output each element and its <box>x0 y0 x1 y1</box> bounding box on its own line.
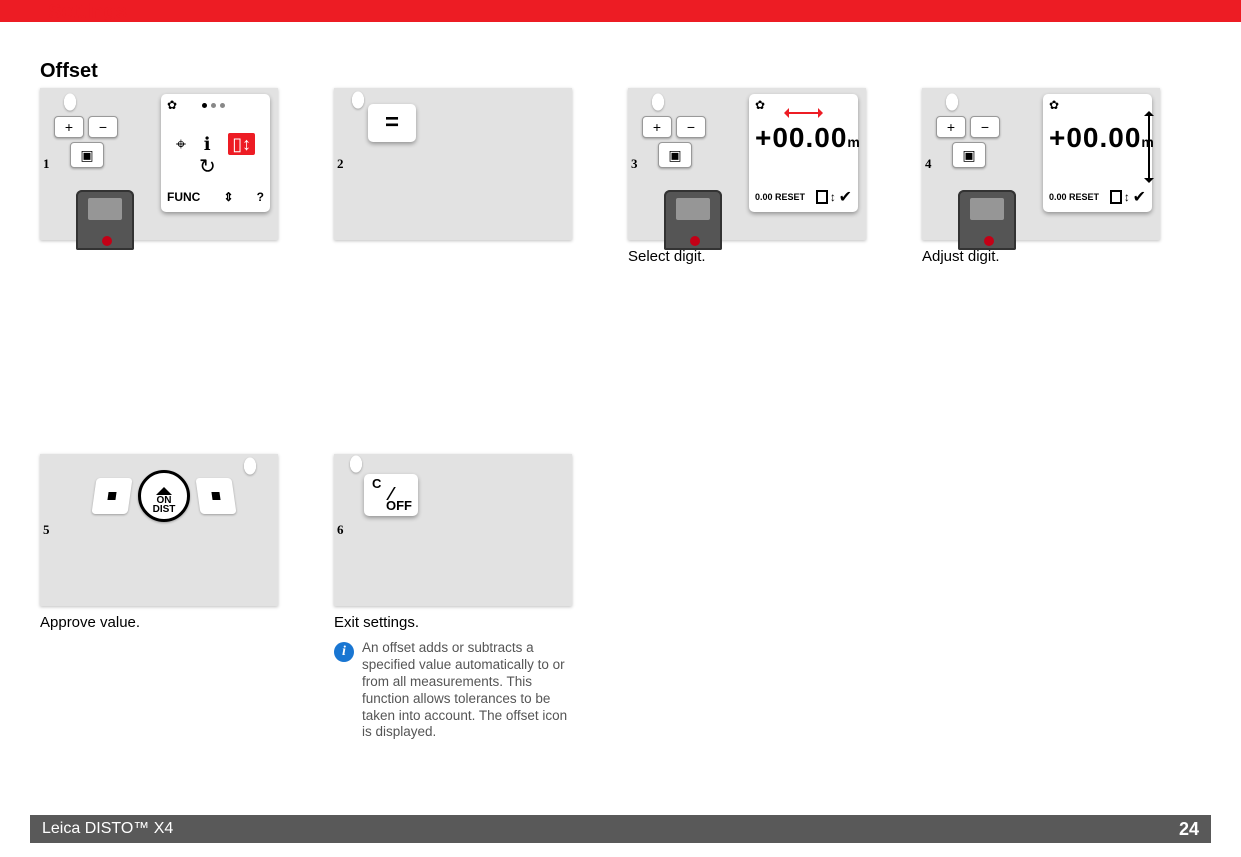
nav-key: ▣ <box>70 142 104 168</box>
step-6-number: 6 <box>337 522 344 538</box>
step-5-thumb: 5 ON DIST <box>40 454 278 606</box>
check-icon: ✔ <box>1133 187 1146 207</box>
step-3-screen-bubble: ✿ +00.00m 0.00 RESET ✔ <box>749 94 858 212</box>
device-body-icon <box>958 190 1016 250</box>
nav-dot-icon: ▣ <box>953 143 985 167</box>
device-body-icon <box>664 190 722 250</box>
screen-softkeys: 0.00 RESET ✔ <box>755 186 852 208</box>
off-label: OFF <box>386 500 412 512</box>
check-icon: ✔ <box>839 187 852 207</box>
reference-icon <box>816 190 828 204</box>
screen-softkeys: FUNC ⇕ ? <box>167 186 264 208</box>
step-3: 3 + − ▣ ✿ +00.00m 0.00 RESET ✔ Select di… <box>628 88 866 240</box>
step-2-thumb: 2 = <box>334 88 572 240</box>
step-2-number: 2 <box>337 156 344 172</box>
info-note: i An offset adds or subtracts a specifie… <box>334 640 579 741</box>
info-icon: i <box>334 642 354 662</box>
updown-icon: ⇕ <box>223 190 233 204</box>
step-1: 1 + − ▣ ✿ ⌖ ℹ︎ ▯↕ ↻ FUNC ⇕ <box>40 88 278 240</box>
step-6: 6 C ⁄ OFF Exit settings. i An offset add… <box>334 454 572 606</box>
step-1-screen-bubble: ✿ ⌖ ℹ︎ ▯↕ ↻ FUNC ⇕ ? <box>161 94 270 212</box>
offset-value: +00.00m <box>755 122 852 154</box>
step-3-thumb: 3 + − ▣ ✿ +00.00m 0.00 RESET ✔ <box>628 88 866 240</box>
left-side-key <box>91 478 132 514</box>
page-number: 24 <box>1179 819 1199 840</box>
minus-icon: − <box>971 117 999 137</box>
minus-icon: − <box>677 117 705 137</box>
product-name: Leica DISTO™ X4 <box>42 820 173 838</box>
plus-key: + <box>642 116 672 138</box>
screen-top-bar: ✿ <box>167 98 264 112</box>
gear-icon: ✿ <box>1049 98 1059 112</box>
step-4-screen-bubble: ✿ +00.00m 0.00 RESET ✔ <box>1043 94 1152 212</box>
help-label: ? <box>257 190 264 204</box>
nav-dot-icon: ▣ <box>71 143 103 167</box>
plus-key: + <box>54 116 84 138</box>
nav-key: ▣ <box>658 142 692 168</box>
dist-label: DIST <box>153 505 176 514</box>
hand-icon <box>232 456 268 492</box>
step-3-caption: Select digit. <box>628 248 706 265</box>
step-1-thumb: 1 + − ▣ ✿ ⌖ ℹ︎ ▯↕ ↻ FUNC ⇕ <box>40 88 278 240</box>
reset-label: 0.00 RESET <box>1049 193 1099 201</box>
calibrate-icon: ⌖ <box>176 135 186 153</box>
screen-top-bar: ✿ <box>755 98 852 112</box>
step-4-thumb: 4 + − ▣ ✿ +00.00m 0.00 RESET ✔ <box>922 88 1160 240</box>
plus-icon: + <box>937 117 965 137</box>
info-text: An offset adds or subtracts a specified … <box>362 640 579 741</box>
unit-label: m <box>847 134 860 150</box>
device-body-icon <box>76 190 134 250</box>
c-off-key: C ⁄ OFF <box>364 474 418 516</box>
page-title: Settings <box>48 1 127 24</box>
step-5: 5 ON DIST Approve value. <box>40 454 278 606</box>
step-5-number: 5 <box>43 522 50 538</box>
offset-value: +00.00m <box>1049 122 1146 154</box>
horizontal-arrow-icon <box>789 112 818 114</box>
step-6-key-bubble: C ⁄ OFF <box>364 474 418 516</box>
step-4-number: 4 <box>925 156 932 172</box>
offset-icon: ▯↕ <box>228 133 255 155</box>
info-icon: ℹ︎ <box>204 135 211 153</box>
plus-icon: + <box>643 117 671 137</box>
header-bar <box>0 0 1241 22</box>
step-4: 4 + − ▣ ✿ +00.00m 0.00 RESET ✔ Adjust di… <box>922 88 1160 240</box>
on-dist-button: ON DIST <box>138 470 190 522</box>
reset-icon: ↻ <box>199 154 216 179</box>
func-label: FUNC <box>167 190 200 204</box>
nav-key: ▣ <box>952 142 986 168</box>
step-6-caption: Exit settings. <box>334 614 419 631</box>
step-6-thumb: 6 C ⁄ OFF <box>334 454 572 606</box>
unit-label: m <box>1141 134 1154 150</box>
gear-icon: ✿ <box>167 98 177 112</box>
section-title-offset: Offset <box>40 60 98 83</box>
page-dots <box>202 103 225 108</box>
screen-softkeys: 0.00 RESET ✔ <box>1049 186 1146 208</box>
gear-icon: ✿ <box>755 98 765 112</box>
step-3-number: 3 <box>631 156 638 172</box>
minus-icon: − <box>89 117 117 137</box>
footer-bar: Leica DISTO™ X4 24 <box>30 815 1211 843</box>
step-4-caption: Adjust digit. <box>922 248 1000 265</box>
c-label: C <box>372 478 381 490</box>
reference-icon <box>1110 190 1122 204</box>
minus-key: − <box>88 116 118 138</box>
equals-icon: = <box>368 104 416 142</box>
step-1-number: 1 <box>43 156 50 172</box>
reset-label: 0.00 RESET <box>755 193 805 201</box>
step-5-caption: Approve value. <box>40 614 140 631</box>
plus-icon: + <box>55 117 83 137</box>
step-2-key-bubble: = <box>368 104 416 142</box>
minus-key: − <box>676 116 706 138</box>
plus-key: + <box>936 116 966 138</box>
minus-key: − <box>970 116 1000 138</box>
right-side-key <box>195 478 236 514</box>
step-2: 2 = <box>334 88 572 240</box>
screen-top-bar: ✿ <box>1049 98 1146 112</box>
ondist-key-group: ON DIST <box>70 470 258 522</box>
nav-dot-icon: ▣ <box>659 143 691 167</box>
